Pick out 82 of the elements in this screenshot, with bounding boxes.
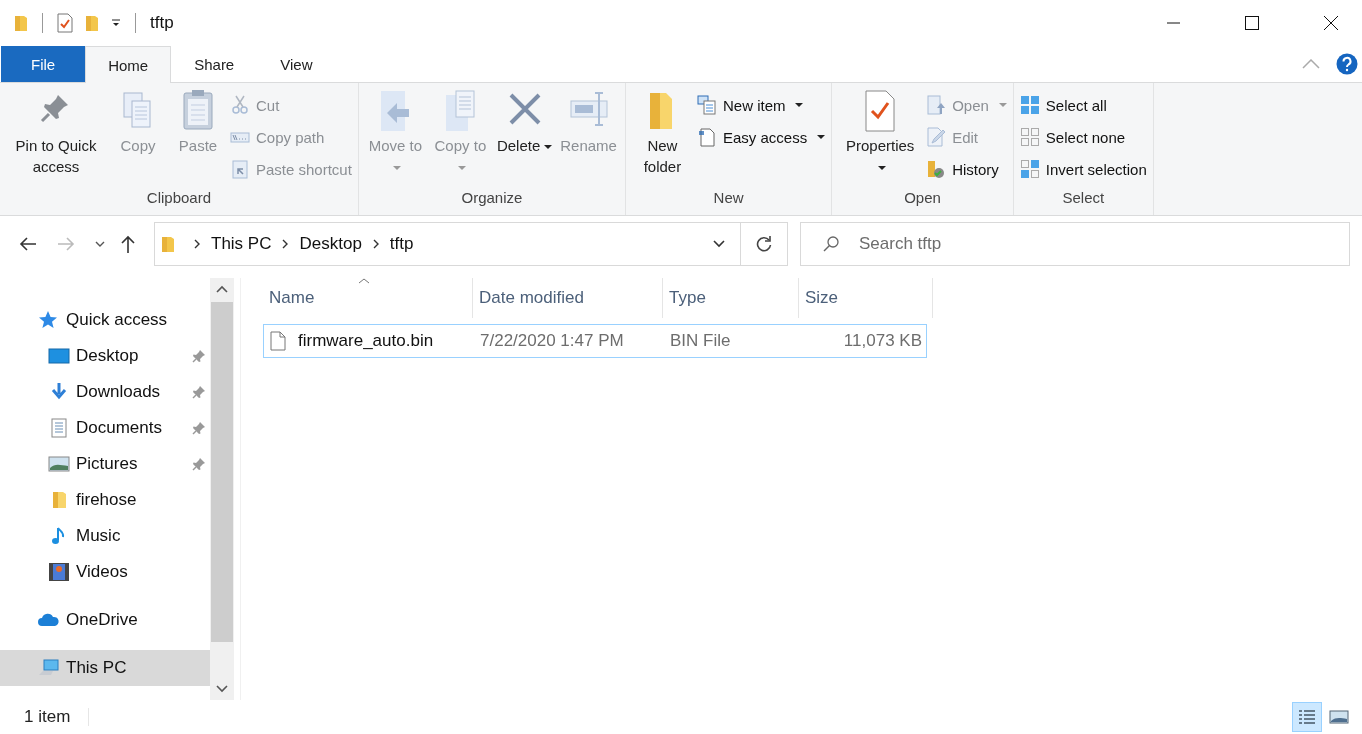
ribbon-button[interactable]: Delete — [494, 87, 555, 156]
date-cell-text: 7/22/2020 1:47 PM — [479, 330, 625, 352]
ribbon-button[interactable]: Select none — [1019, 125, 1147, 149]
new-item-icon — [696, 95, 717, 115]
chevron-right-icon[interactable] — [281, 238, 290, 250]
ribbon-button[interactable]: Pin to Quick access — [6, 87, 106, 177]
refresh-icon[interactable] — [755, 235, 773, 253]
column-header[interactable]: Name — [263, 278, 473, 318]
up-arrow-icon[interactable] — [120, 234, 136, 254]
sidebar-item[interactable]: Music — [0, 518, 210, 554]
ribbon-button[interactable]: Easy access — [696, 125, 826, 149]
sidebar-item[interactable]: Pictures — [0, 446, 210, 482]
scrollbar[interactable] — [210, 278, 234, 700]
search-field[interactable]: Search tftp — [800, 222, 1350, 266]
ribbon-button[interactable]: New item — [696, 93, 826, 117]
ribbon-button[interactable]: Properties — [838, 87, 923, 177]
scrollbar-thumb[interactable] — [211, 302, 233, 642]
sidebar-item[interactable]: firehose — [0, 482, 210, 518]
picture-icon — [48, 454, 70, 474]
type-cell-text: BIN File — [669, 330, 732, 352]
sidebar-item[interactable]: Documents — [0, 410, 210, 446]
sort-caret-icon — [358, 278, 370, 284]
search-icon — [822, 235, 840, 253]
back-arrow-icon[interactable] — [18, 236, 38, 252]
caret-icon[interactable] — [111, 18, 121, 28]
star-icon — [38, 310, 60, 330]
details-view-button[interactable] — [1292, 702, 1322, 732]
ribbon-button[interactable]: History — [926, 157, 1007, 181]
ribbon-tab[interactable]: File — [1, 46, 86, 82]
column-header[interactable]: Date modified — [473, 278, 663, 318]
list-icon — [1297, 708, 1317, 726]
file-row[interactable]: firmware_auto.bin 7/22/2020 1:47 PM BIN File 11,073 KB — [263, 324, 927, 358]
help-icon[interactable] — [1336, 53, 1358, 75]
ribbon-tab[interactable]: Home — [85, 46, 172, 83]
folder-icon — [14, 14, 28, 32]
window-title: tftp — [150, 13, 174, 33]
sidebar-item[interactable]: Videos — [0, 554, 210, 590]
breadcrumb[interactable]: Desktop — [299, 234, 362, 254]
folder-icon — [161, 235, 175, 253]
chevron-down-icon[interactable] — [94, 240, 106, 248]
history-icon — [926, 159, 947, 179]
address-bar[interactable]: This PC Desktop tftp — [154, 222, 788, 266]
edit-icon — [926, 127, 947, 147]
group-label: Clipboard — [145, 188, 213, 208]
sidebar-item[interactable]: Desktop — [0, 338, 210, 374]
sidebar-item[interactable]: Quick access — [0, 302, 210, 338]
group-label: Organize — [460, 188, 524, 208]
breadcrumb[interactable]: This PC — [211, 234, 272, 254]
document-icon — [696, 127, 717, 147]
column-header[interactable]: Size — [799, 278, 933, 318]
chevron-right-icon[interactable] — [371, 238, 380, 250]
open-icon — [926, 95, 947, 115]
ribbon-button[interactable]: New folder — [631, 87, 693, 177]
desktop-icon — [48, 346, 70, 366]
select-all-icon — [1019, 95, 1040, 115]
group-label: New — [712, 188, 745, 208]
sidebar-item[interactable]: OneDrive — [0, 602, 210, 638]
file-name: firmware_auto.bin — [298, 331, 434, 351]
file-icon — [270, 331, 286, 351]
size-cell-text: 11,073 KB — [842, 330, 923, 352]
sidebar-item[interactable]: Downloads — [0, 374, 210, 410]
ribbon-button[interactable]: Invert selection — [1019, 157, 1147, 181]
properties-icon[interactable] — [57, 13, 73, 33]
column-header[interactable]: Type — [663, 278, 799, 318]
ribbon-tab[interactable]: View — [257, 46, 336, 82]
select-none-icon — [1019, 127, 1040, 147]
invert-selection-icon — [1019, 159, 1040, 179]
ribbon-tab[interactable]: Share — [171, 46, 258, 82]
ribbon-button[interactable]: Select all — [1019, 93, 1147, 117]
breadcrumb[interactable]: tftp — [389, 234, 414, 254]
paste-shortcut-icon — [230, 159, 250, 179]
sidebar-item[interactable]: This PC — [0, 650, 210, 686]
group-label: Open — [903, 188, 942, 208]
document-icon — [48, 418, 70, 438]
chevron-right-icon[interactable] — [193, 238, 201, 250]
scissors-icon — [230, 95, 250, 115]
film-icon — [48, 562, 70, 582]
chevron-down-icon[interactable] — [712, 239, 726, 249]
picture-icon — [1329, 708, 1349, 726]
group-label: Select — [1061, 188, 1106, 208]
computer-icon — [38, 658, 60, 678]
item-count: 1 item — [24, 707, 71, 727]
